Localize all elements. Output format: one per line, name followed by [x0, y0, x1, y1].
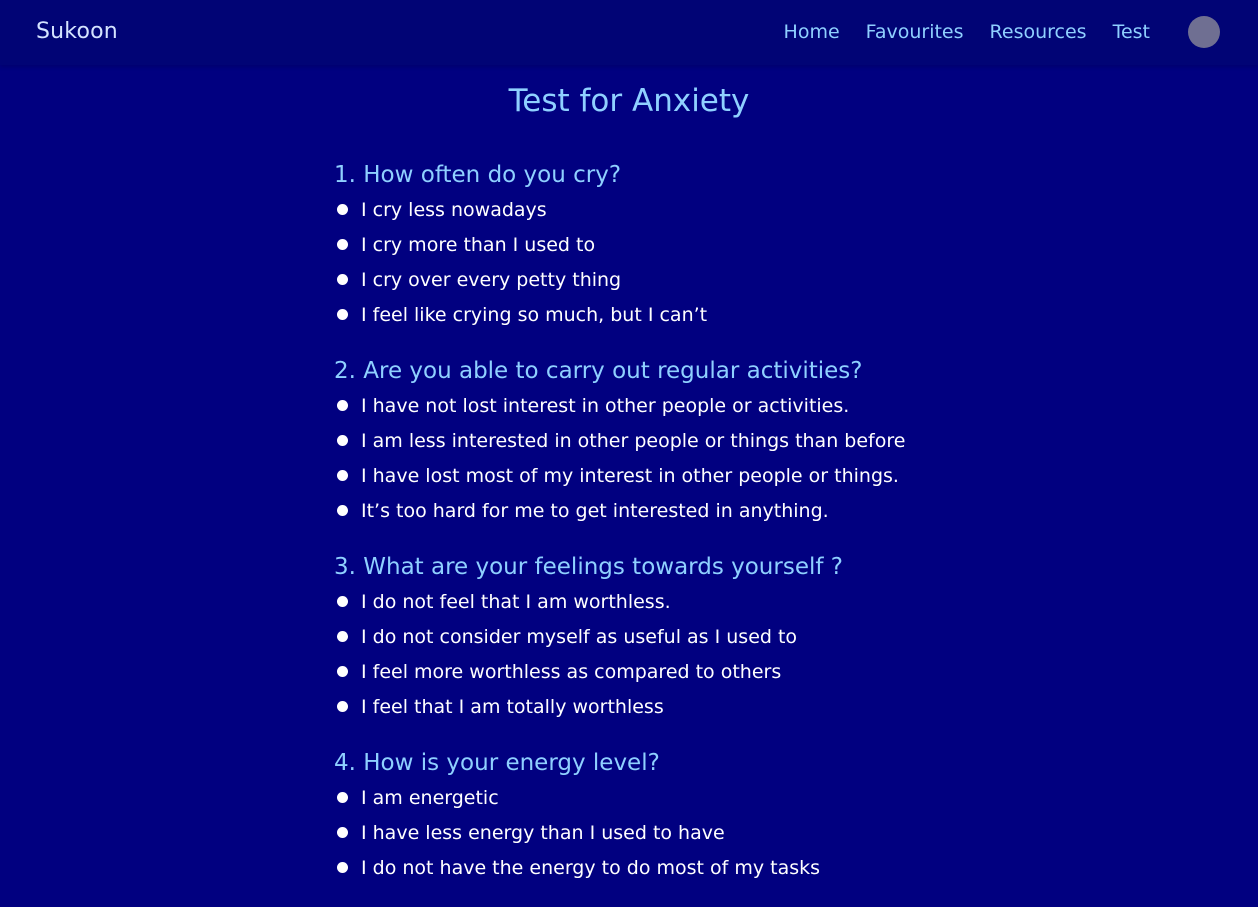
answer-option[interactable]: I have not lost interest in other people… [334, 388, 1034, 423]
answer-option-label: I have lost most of my interest in other… [361, 464, 899, 487]
answer-option-label: I cry more than I used to [361, 233, 596, 256]
bullet-icon [337, 204, 348, 215]
answer-option[interactable]: I have less energy than I used to have [334, 815, 1034, 850]
answer-option[interactable]: I do not consider myself as useful as I … [334, 619, 1034, 654]
bullet-icon [337, 435, 348, 446]
navbar: Sukoon Home Favourites Resources Test [0, 0, 1258, 65]
answer-option-label: I have not lost interest in other people… [361, 394, 850, 417]
answer-option[interactable]: I cry more than I used to [334, 227, 1034, 262]
question: 1. How often do you cry? I cry less nowa… [334, 158, 1034, 332]
answer-option-label: I do not feel that I am worthless. [361, 590, 671, 613]
question-title: 3. What are your feelings towards yourse… [334, 554, 843, 580]
question: 4. How is your energy level? I am energe… [334, 746, 1034, 885]
answer-option[interactable]: I do not have the energy to do most of m… [334, 850, 1034, 885]
answer-option[interactable]: I feel that I am totally worthless [334, 689, 1034, 724]
nav-links: Home Favourites Resources Test [784, 21, 1150, 43]
answer-option-label: I feel that I am totally worthless [361, 695, 664, 718]
answer-option[interactable]: I cry less nowadays [334, 192, 1034, 227]
answer-option-label: I do not have the energy to do most of m… [361, 856, 821, 879]
bullet-icon [337, 631, 348, 642]
answer-option-label: I cry over every petty thing [361, 268, 622, 291]
answer-option[interactable]: I have lost most of my interest in other… [334, 458, 1034, 493]
answer-option[interactable]: I do not feel that I am worthless. [334, 584, 1034, 619]
answer-option-label: I am less interested in other people or … [361, 429, 906, 452]
question-title: 4. How is your energy level? [334, 750, 660, 776]
bullet-icon [337, 596, 348, 607]
question-title: 1. How often do you cry? [334, 162, 622, 188]
bullet-icon [337, 792, 348, 803]
nav-link-test[interactable]: Test [1113, 21, 1150, 43]
answer-option[interactable]: I cry over every petty thing [334, 262, 1034, 297]
answer-option-label: It’s too hard for me to get interested i… [361, 499, 829, 522]
bullet-icon [337, 470, 348, 481]
nav-link-favourites[interactable]: Favourites [866, 21, 964, 43]
page-title: Test for Anxiety [508, 83, 750, 119]
answer-option[interactable]: It’s too hard for me to get interested i… [334, 493, 1034, 528]
bullet-icon [337, 862, 348, 873]
answer-option-label: I do not consider myself as useful as I … [361, 625, 798, 648]
nav-link-home[interactable]: Home [784, 21, 840, 43]
nav-link-resources[interactable]: Resources [990, 21, 1087, 43]
bullet-icon [337, 239, 348, 250]
avatar[interactable] [1188, 16, 1220, 48]
answer-option-label: I am energetic [361, 786, 499, 809]
bullet-icon [337, 309, 348, 320]
questions-list: 1. How often do you cry? I cry less nowa… [334, 158, 1034, 907]
answer-option-label: I have less energy than I used to have [361, 821, 725, 844]
bullet-icon [337, 701, 348, 712]
answer-option-label: I feel more worthless as compared to oth… [361, 660, 782, 683]
bullet-icon [337, 505, 348, 516]
answer-option[interactable]: I feel more worthless as compared to oth… [334, 654, 1034, 689]
answer-option-label: I feel like crying so much, but I can’t [361, 303, 708, 326]
bullet-icon [337, 274, 348, 285]
answer-option[interactable]: I feel like crying so much, but I can’t [334, 297, 1034, 332]
bullet-icon [337, 400, 348, 411]
question: 2. Are you able to carry out regular act… [334, 354, 1034, 528]
question: 3. What are your feelings towards yourse… [334, 550, 1034, 724]
answer-option[interactable]: I am energetic [334, 780, 1034, 815]
question-title: 2. Are you able to carry out regular act… [334, 358, 863, 384]
bullet-icon [337, 827, 348, 838]
answer-option[interactable]: I am less interested in other people or … [334, 423, 1034, 458]
bullet-icon [337, 666, 348, 677]
answer-option-label: I cry less nowadays [361, 198, 547, 221]
brand-logo[interactable]: Sukoon [36, 19, 118, 44]
